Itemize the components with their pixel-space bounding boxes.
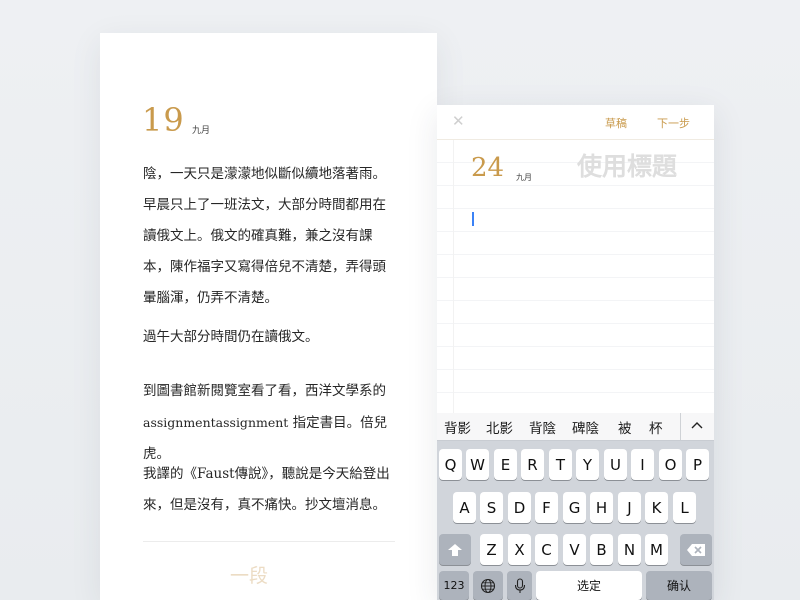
key-r[interactable]: R xyxy=(521,449,544,480)
backspace-key[interactable] xyxy=(680,534,712,565)
key-w[interactable]: W xyxy=(466,449,489,480)
microphone-key[interactable] xyxy=(507,571,532,600)
candidate-word[interactable]: 碑陰 xyxy=(572,417,599,437)
editor-card: ✕ 草稿 下一步 24 九月 背影 北影 背陰 碑陰 被 杯 Q W E R T… xyxy=(437,105,714,600)
key-z[interactable]: Z xyxy=(480,534,503,565)
key-p[interactable]: P xyxy=(686,449,709,480)
assignment-text: assignmentassignment xyxy=(143,415,289,430)
editor-month: 九月 xyxy=(516,173,532,182)
key-q[interactable]: Q xyxy=(439,449,462,480)
text-cursor xyxy=(472,212,474,226)
key-t[interactable]: T xyxy=(549,449,572,480)
editor-day: 24 xyxy=(471,153,505,183)
key-x[interactable]: X xyxy=(508,534,531,565)
key-m[interactable]: M xyxy=(645,534,668,565)
candidate-word[interactable]: 杯 xyxy=(649,417,663,437)
entry-paragraph-text: 到圖書館新閱覽室看了看，西洋文學系的 xyxy=(143,383,386,399)
key-l[interactable]: L xyxy=(673,492,696,523)
entry-paragraph: 陰，一天只是濛濛地似斷似續地落著雨。早晨只上了一班法文，大部分時間都用在讀俄文上… xyxy=(143,166,386,306)
editor-toolbar: ✕ 草稿 下一步 xyxy=(437,105,714,140)
candidate-bar: 背影 北影 背陰 碑陰 被 杯 xyxy=(437,413,714,441)
key-a[interactable]: A xyxy=(453,492,476,523)
chevron-up-icon[interactable] xyxy=(689,418,705,434)
space-key[interactable]: 选定 xyxy=(536,571,642,600)
confirm-key[interactable]: 确认 xyxy=(646,571,712,600)
paragraph-button[interactable]: 一段 xyxy=(230,561,268,588)
title-input[interactable] xyxy=(577,150,707,182)
key-y[interactable]: Y xyxy=(576,449,599,480)
editor-margin-line xyxy=(453,140,454,413)
backspace-icon xyxy=(687,543,705,556)
entry-paragraph: 到圖書館新閱覽室看了看，西洋文學系的 assignmentassignment 指… xyxy=(143,376,398,470)
key-e[interactable]: E xyxy=(494,449,517,480)
candidate-word[interactable]: 背陰 xyxy=(529,417,556,437)
globe-key[interactable] xyxy=(473,571,503,600)
key-f[interactable]: F xyxy=(535,492,558,523)
key-b[interactable]: B xyxy=(590,534,613,565)
draft-button[interactable]: 草稿 xyxy=(605,115,627,131)
divider xyxy=(143,541,395,542)
close-icon[interactable]: ✕ xyxy=(452,112,465,130)
candidate-word[interactable]: 北影 xyxy=(486,417,513,437)
key-v[interactable]: V xyxy=(563,534,586,565)
entry-paragraph: 過午大部分時間仍在讀俄文。 xyxy=(143,329,319,345)
key-k[interactable]: K xyxy=(645,492,668,523)
key-i[interactable]: I xyxy=(631,449,654,480)
candidate-word[interactable]: 背影 xyxy=(444,417,471,437)
key-u[interactable]: U xyxy=(604,449,627,480)
entry-paragraph: 我譯的《Faust傳說》，聽說是今天給登出來，但是沒有，真不痛快。抄文壇消息。 xyxy=(143,466,390,513)
candidate-separator xyxy=(680,413,681,440)
key-o[interactable]: O xyxy=(659,449,682,480)
shift-key[interactable] xyxy=(439,534,471,565)
numbers-key[interactable]: 123 xyxy=(439,571,469,600)
key-n[interactable]: N xyxy=(618,534,641,565)
next-step-button[interactable]: 下一步 xyxy=(657,115,690,131)
entry-month: 九月 xyxy=(192,126,211,136)
key-s[interactable]: S xyxy=(480,492,503,523)
shift-icon xyxy=(448,543,462,556)
journal-entry-card: 19 九月 陰，一天只是濛濛地似斷似續地落著雨。早晨只上了一班法文，大部分時間都… xyxy=(100,33,437,600)
keyboard: 背影 北影 背陰 碑陰 被 杯 Q W E R T Y U I O P A S … xyxy=(437,413,714,600)
key-j[interactable]: J xyxy=(618,492,641,523)
key-d[interactable]: D xyxy=(508,492,531,523)
key-g[interactable]: G xyxy=(563,492,586,523)
globe-icon xyxy=(480,578,496,593)
key-c[interactable]: C xyxy=(535,534,558,565)
microphone-icon xyxy=(514,577,525,593)
key-h[interactable]: H xyxy=(590,492,613,523)
candidate-word[interactable]: 被 xyxy=(618,417,632,437)
entry-day: 19 xyxy=(142,101,185,139)
